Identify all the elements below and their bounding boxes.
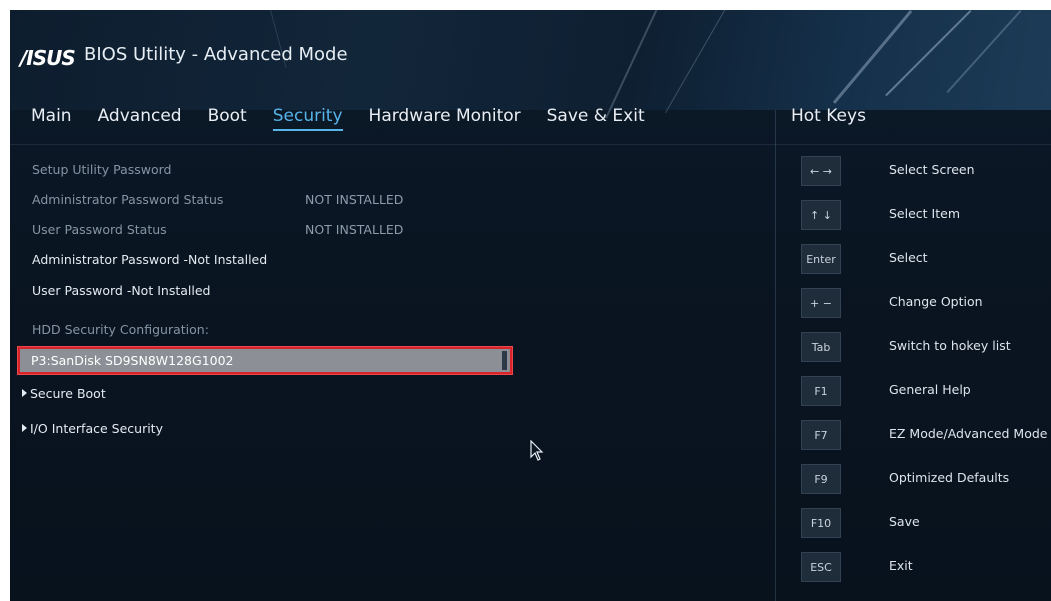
hotkey-select-screen-label: Select Screen (889, 162, 975, 177)
tab-save-exit[interactable]: Save & Exit (547, 106, 645, 131)
hotkey-optimized-defaults-label: Optimized Defaults (889, 470, 1010, 485)
hotkey-f7-key: F7 (801, 420, 841, 450)
hotkey-save-label: Save (889, 514, 920, 529)
panel-divider (775, 110, 776, 601)
io-interface-security-label: I/O Interface Security (30, 421, 163, 436)
hotkey-f9-key: F9 (801, 464, 841, 494)
admin-password-status-value: NOT INSTALLED (305, 192, 404, 207)
page-title: BIOS Utility - Advanced Mode (84, 44, 348, 65)
main-tabs: Main Advanced Boot Security Hardware Mon… (31, 106, 671, 131)
hotkey-change-option-key: + − (801, 288, 841, 318)
admin-password-status-label: Administrator Password Status (32, 192, 224, 207)
tab-main[interactable]: Main (31, 106, 72, 131)
secure-boot-submenu[interactable]: Secure Boot (22, 386, 106, 401)
security-panel: Setup Utility Password Administrator Pas… (10, 150, 775, 601)
hdd-item-label: P3:SanDisk SD9SN8W128G1002 (31, 353, 234, 368)
administrator-password-item[interactable]: Administrator Password -Not Installed (32, 252, 267, 267)
hotkey-tab-key: Tab (801, 332, 841, 362)
hotkey-general-help-label: General Help (889, 382, 971, 397)
hotkey-enter-key: Enter (801, 244, 841, 274)
submenu-arrow-icon (22, 424, 27, 432)
user-password-item[interactable]: User Password -Not Installed (32, 283, 210, 298)
hotkey-f1-key: F1 (801, 376, 841, 406)
tab-advanced[interactable]: Advanced (98, 106, 182, 131)
asus-logo: /ISUS (20, 46, 76, 70)
hot-keys-title: Hot Keys (791, 106, 866, 126)
hotkey-exit-label: Exit (889, 558, 913, 573)
hotkey-ez-mode-label: EZ Mode/Advanced Mode (889, 426, 1048, 441)
hotkey-select-screen-key: ← → (801, 156, 841, 186)
hdd-selected-item[interactable]: P3:SanDisk SD9SN8W128G1002 (18, 347, 512, 374)
selection-end-bar (502, 351, 507, 370)
user-password-status-value: NOT INSTALLED (305, 222, 404, 237)
mouse-pointer-icon (530, 440, 544, 461)
hotkey-switch-list-label: Switch to hokey list (889, 338, 1011, 353)
hotkey-f10-key: F10 (801, 508, 841, 538)
bios-screen: /ISUS BIOS Utility - Advanced Mode Main … (10, 10, 1051, 601)
hotkey-select-label: Select (889, 250, 928, 265)
tab-boot[interactable]: Boot (208, 106, 247, 131)
hotkey-select-item-label: Select Item (889, 206, 960, 221)
secure-boot-label: Secure Boot (30, 386, 106, 401)
hotkey-change-option-label: Change Option (889, 294, 983, 309)
hdd-security-config-heading: HDD Security Configuration: (32, 322, 209, 337)
tab-security[interactable]: Security (272, 106, 343, 131)
tab-hardware-monitor[interactable]: Hardware Monitor (369, 106, 521, 131)
setup-utility-password-heading: Setup Utility Password (32, 162, 172, 177)
user-password-status-label: User Password Status (32, 222, 167, 237)
io-interface-security-submenu[interactable]: I/O Interface Security (22, 421, 163, 436)
hotkey-select-item-key: ↑ ↓ (801, 200, 841, 230)
hotkey-esc-key: ESC (801, 552, 841, 582)
submenu-arrow-icon (22, 389, 27, 397)
tab-separator (10, 144, 1051, 145)
